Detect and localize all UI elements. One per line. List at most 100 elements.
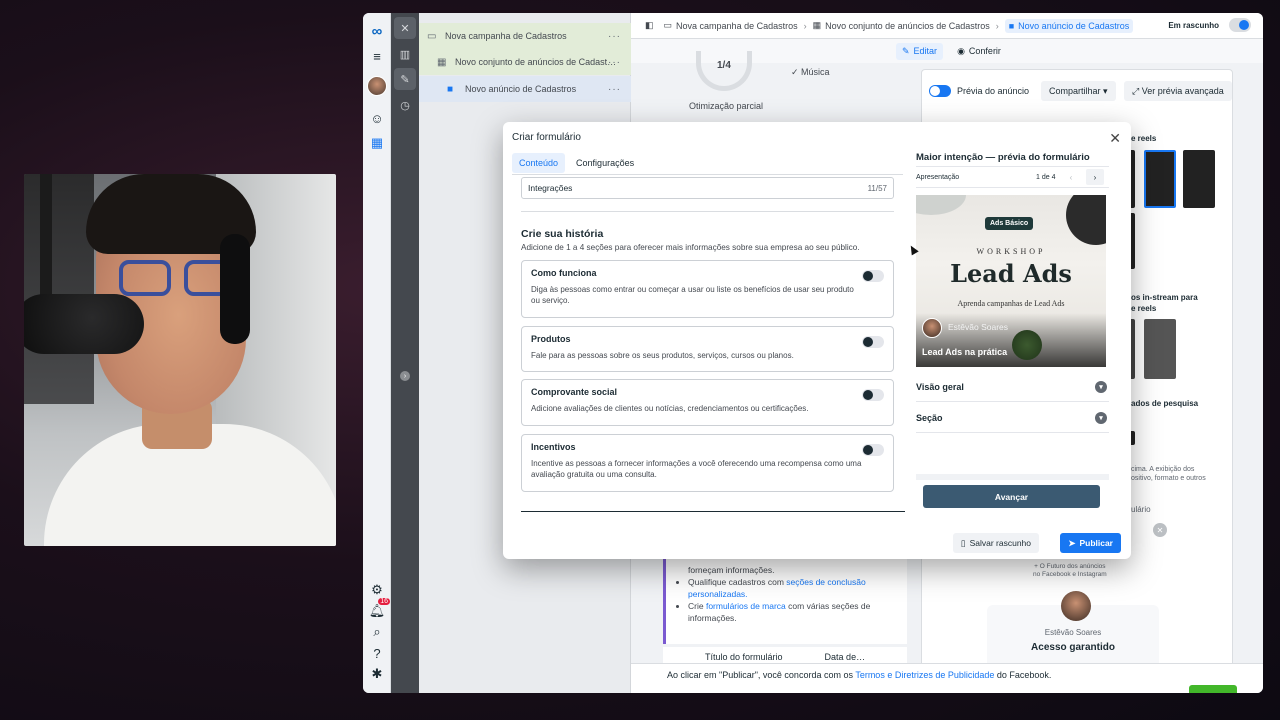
- bug-icon[interactable]: ✱: [367, 664, 387, 684]
- chevron-right-icon[interactable]: ›: [1086, 169, 1104, 185]
- how-it-works-toggle[interactable]: [862, 270, 884, 282]
- webcam-feed: [24, 174, 336, 546]
- accordion-overview[interactable]: Visão geral ▾: [916, 372, 1109, 402]
- advanced-preview-label: Ver prévia avançada: [1141, 86, 1224, 96]
- integrations-field[interactable]: Integrações 11/57: [521, 177, 894, 199]
- bell-icon[interactable]: 🔔︎ 16: [367, 598, 390, 621]
- chevron-down-icon: ▾: [1095, 380, 1107, 393]
- avatar: [1061, 591, 1091, 621]
- thumb-selected[interactable]: [1144, 150, 1176, 208]
- clock-icon[interactable]: ◷: [394, 94, 416, 116]
- form-content-scroll[interactable]: Integrações 11/57 Crie sua história Adic…: [512, 175, 905, 512]
- thumb[interactable]: [1144, 319, 1176, 379]
- sample-name: Estêvão Soares: [1044, 628, 1102, 637]
- headphone: [220, 234, 250, 344]
- send-icon: ➤: [1068, 537, 1076, 548]
- chevron-right-icon: ›: [995, 20, 999, 31]
- help-icon[interactable]: ?: [367, 643, 387, 663]
- save-draft-button[interactable]: ▯ Salvar rascunho: [952, 533, 1039, 553]
- global-nav-rail: ∞ ≡ ☺ ▦ ⚙ 🔔︎ 16 ⌕ ? ✱: [363, 13, 391, 693]
- card-desc: Incentive as pessoas a fornecer informaç…: [531, 459, 862, 479]
- crumb-ad[interactable]: ■ Novo anúncio de Cadastros: [1004, 18, 1134, 33]
- music-item: ✓ Música: [791, 67, 830, 78]
- crumb-campaign[interactable]: ▭ Nova campanha de Cadastros: [664, 20, 798, 31]
- placement-note: cima. A exibição dos ositivo, formato e …: [1131, 466, 1206, 482]
- preview-cover-image: Ads Básico WORKSHOP Lead Ads Aprenda cam…: [916, 195, 1106, 367]
- optimization-value: 1/4: [717, 60, 731, 71]
- cover-gradient: [916, 313, 1106, 367]
- thumb[interactable]: [1183, 150, 1215, 208]
- card-title: Incentivos: [531, 442, 576, 452]
- advance-button[interactable]: Avançar: [923, 485, 1100, 508]
- dashboard-icon[interactable]: ☺: [367, 108, 387, 128]
- preview-switch[interactable]: [929, 85, 951, 97]
- more-icon[interactable]: ···: [608, 84, 621, 95]
- more-icon[interactable]: ···: [608, 31, 621, 42]
- tree-campaign-label: Nova campanha de Cadastros: [445, 31, 567, 41]
- accordion-label: Visão geral: [916, 381, 964, 392]
- column-header[interactable]: Título do formulário: [705, 652, 783, 662]
- save-draft-label: Salvar rascunho: [969, 538, 1031, 548]
- card-title: Produtos: [531, 334, 571, 344]
- chart-icon[interactable]: ▥: [394, 43, 416, 65]
- search-icon[interactable]: ⌕: [367, 622, 387, 642]
- cover-headline: Lead Ads: [950, 259, 1072, 288]
- column-header[interactable]: Data de…: [825, 652, 866, 662]
- decor-shape: [916, 195, 966, 215]
- crumb-adset[interactable]: ▦ Novo conjunto de anúncios de Cadastros: [813, 20, 990, 31]
- card-title: Como funciona: [531, 268, 597, 278]
- menu-icon[interactable]: ≡: [367, 46, 387, 66]
- tree-item-campaign[interactable]: ▭ Nova campanha de Cadastros ···: [419, 23, 631, 49]
- expand-icon[interactable]: ›: [400, 371, 410, 381]
- tree-item-ad[interactable]: ■ Novo anúncio de Cadastros ···: [419, 76, 631, 102]
- tab-settings[interactable]: Configurações: [569, 153, 641, 173]
- social-proof-toggle[interactable]: [862, 389, 884, 401]
- close-icon[interactable]: ✕: [1109, 130, 1121, 147]
- brand-forms-link[interactable]: formulários de marca: [706, 601, 786, 611]
- sample-caption: + O Futuro dos anúncios no Facebook e In…: [1033, 563, 1107, 578]
- share-button[interactable]: Compartilhar ▾: [1041, 81, 1116, 101]
- music-label: Música: [801, 67, 830, 77]
- accordion-section[interactable]: Seção ▾: [916, 403, 1109, 433]
- products-toggle[interactable]: [862, 336, 884, 348]
- terms-footer: Ao clicar em "Publicar", você concorda c…: [631, 663, 1263, 693]
- grid-icon: ▦: [812, 20, 822, 30]
- advanced-preview-button[interactable]: ⤢ Ver prévia avançada: [1124, 81, 1232, 101]
- pencil-icon: ✎: [902, 45, 910, 56]
- close-icon[interactable]: ✕: [1153, 523, 1167, 537]
- tab-content[interactable]: Conteúdo: [512, 153, 566, 173]
- card-desc: Adicione avaliações de clientes ou notíc…: [531, 404, 809, 413]
- publish-button[interactable]: ➤ Publicar: [1060, 533, 1121, 553]
- tree-item-adset[interactable]: ▦ Novo conjunto de anúncios de Cadast… ·…: [419, 49, 631, 75]
- edit-label: Editar: [913, 46, 938, 56]
- chevron-down-icon: ▾: [1095, 411, 1107, 424]
- profile-avatar[interactable]: [367, 76, 387, 96]
- preview-scroll-fade: [916, 474, 1109, 480]
- publish-footer-button[interactable]: [1189, 685, 1237, 693]
- lead-info-box: forneçam informações. Qualifique cadastr…: [663, 558, 907, 644]
- expand-icon: ⤢: [1132, 85, 1140, 96]
- meta-logo-icon[interactable]: ∞: [367, 21, 387, 41]
- placement-form-label: ulário: [1131, 505, 1151, 514]
- edit-button[interactable]: ✎ Editar: [896, 42, 944, 60]
- dialog-footer: ▯ Salvar rascunho ➤ Publicar: [503, 527, 1131, 559]
- scroll-divider: [521, 511, 905, 512]
- cover-caption: Lead Ads na prática: [922, 347, 1008, 357]
- review-button[interactable]: ◉ Conferir: [951, 43, 1007, 60]
- pencil-icon[interactable]: ✎: [394, 68, 416, 90]
- folder-icon: ▭: [427, 30, 437, 42]
- table-icon[interactable]: ▦: [367, 133, 387, 153]
- terms-text: do Facebook.: [994, 670, 1052, 680]
- gear-icon[interactable]: ⚙: [367, 580, 387, 600]
- terms-link[interactable]: Termos e Diretrizes de Publicidade: [855, 670, 994, 680]
- sidebar-toggle-icon[interactable]: ◧: [645, 20, 654, 31]
- sample-heading: Acesso garantido: [1031, 642, 1115, 653]
- check-icon: ✓: [791, 67, 802, 77]
- more-icon[interactable]: ···: [608, 57, 621, 68]
- list-item: Crie formulários de marca com várias seç…: [688, 600, 899, 624]
- incentives-toggle[interactable]: [862, 444, 884, 456]
- status-toggle[interactable]: [1229, 18, 1251, 32]
- optimization-label: Otimização parcial: [689, 101, 764, 111]
- close-icon[interactable]: ✕: [394, 17, 416, 39]
- chevron-left-icon[interactable]: ‹: [1062, 169, 1080, 185]
